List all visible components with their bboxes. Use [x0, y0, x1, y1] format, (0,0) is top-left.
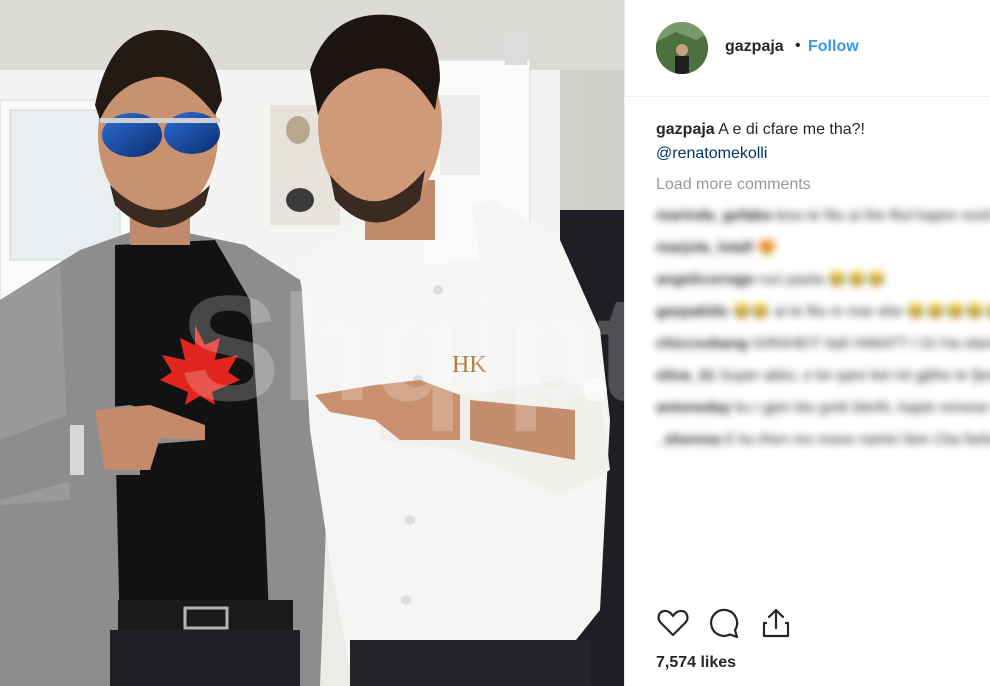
follow-button[interactable]: Follow [808, 38, 859, 56]
comment-emoji: 😍 [757, 239, 778, 256]
caption: gazpaja A e di cfare me tha?! @renatomek… [656, 118, 976, 166]
list-item: marinda_gefaba tesu te fitu ai the fitul… [656, 205, 990, 227]
share-icon [762, 608, 790, 638]
list-item: gazpaklds 😂😂 ai te fitu m mar ebe 😂😂😂😂😂😂… [656, 301, 990, 323]
comments-list: marinda_gefaba tesu te fitu ai the fitul… [656, 205, 990, 461]
header-username[interactable]: gazpaja [725, 38, 784, 56]
list-item: _sheresa E ku then mo mave namin fare Ck… [656, 429, 990, 451]
comment-button[interactable] [707, 606, 741, 640]
likes-count[interactable]: 7,574 likes [656, 654, 736, 672]
load-more-comments-button[interactable]: Load more comments [656, 176, 811, 194]
list-item: angelicorrage ruci pasta 😂😂😂 [656, 269, 990, 291]
comment-username: gazpaklds [656, 303, 729, 320]
comment-username: elina_31 [656, 367, 716, 384]
header-separator: • [795, 37, 801, 54]
instagram-post-window: HK Shqiptari.al [0, 0, 990, 686]
list-item: elina_31 Super akko, e ke qare ket mt gj… [656, 365, 990, 387]
caption-text: A e di cfare me tha?! [718, 121, 865, 138]
comment-username: angelicorrage [656, 271, 755, 288]
comment-username: antoneday [656, 399, 732, 416]
comment-text: E ku then mo mave namin fare Cka farboli… [725, 431, 990, 448]
comment-icon [710, 608, 739, 639]
caption-username[interactable]: gazpaja [656, 121, 715, 138]
post-photo[interactable]: HK Shqiptari.al [0, 0, 624, 686]
post-header: gazpaja • Follow [625, 0, 990, 97]
comment-emoji: 😂😂😂 [827, 271, 887, 288]
list-item: chiccsobang GIRIIHEIT ItalI HIMATT I GI … [656, 333, 990, 355]
caption-mention[interactable]: @renatomekolli [656, 145, 767, 162]
photo-illustration: HK Shqiptari.al [0, 0, 624, 686]
comment-username: _sheresa [656, 431, 722, 448]
comment-text: ku i gjen ktu grek blerth, kapte mmese s… [735, 399, 990, 416]
comment-username: chiccsobang [656, 335, 748, 352]
comment-text: GIRIIHEIT ItalI HIMATT I GI Ha olanis [751, 335, 990, 352]
share-button[interactable] [759, 606, 793, 640]
like-button[interactable] [656, 606, 690, 640]
avatar[interactable] [656, 22, 708, 74]
comment-text: tesu te fitu ai the fitul kapen sosh sek… [775, 207, 990, 224]
comment-text: 😂😂 ai te fitu m mar ebe [732, 303, 903, 320]
list-item: antoneday ku i gjen ktu grek blerth, kap… [656, 397, 990, 419]
comment-username: marinda_gefaba [656, 207, 772, 224]
comment-emoji: 😂😂😂😂😂😂😂😂 [906, 303, 990, 320]
comment-text: ruci pasta [758, 271, 824, 288]
comment-username: marjola_lotafi [656, 239, 754, 256]
comment-text: Super akko, e ke qare ket mt gjithe te f… [719, 367, 990, 384]
post-sidebar: gazpaja • Follow gazpaja A e di cfare me… [624, 0, 990, 686]
heart-icon [657, 609, 689, 637]
watermark: Shqiptari.al [180, 264, 624, 432]
list-item: marjola_lotafi 😍 [656, 237, 990, 259]
avatar-image [656, 22, 708, 74]
